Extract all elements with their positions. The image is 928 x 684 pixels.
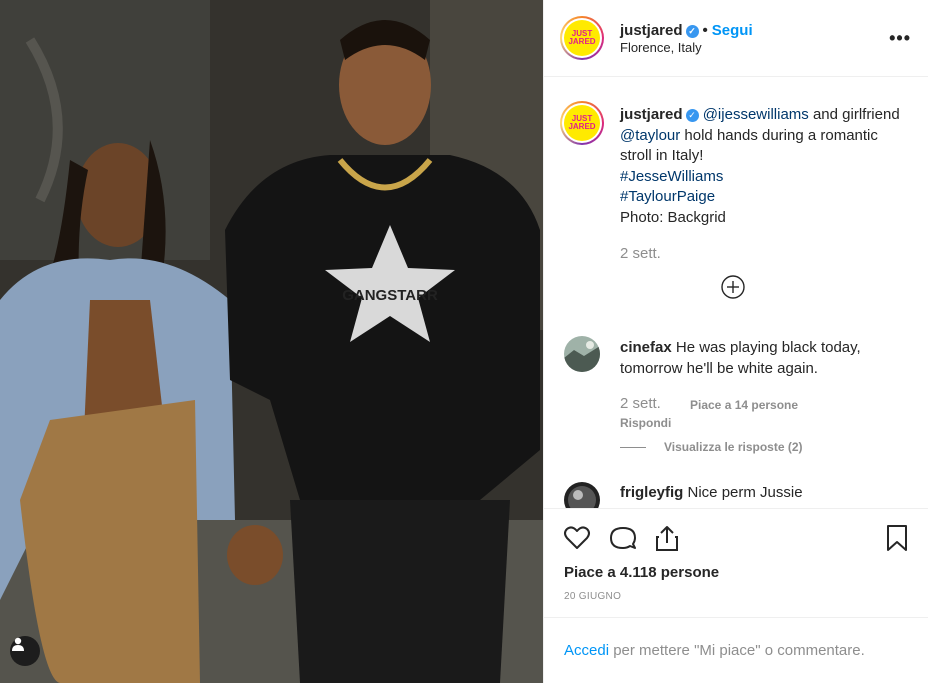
comment-body: Nice perm Jussie bbox=[687, 484, 803, 501]
comment-username[interactable]: cinefax bbox=[620, 339, 672, 356]
mention-link[interactable]: @taylour bbox=[620, 127, 680, 144]
verified-badge-icon: ✓ bbox=[685, 24, 699, 38]
view-replies-label: Visualizza le risposte (2) bbox=[664, 440, 803, 454]
follow-button[interactable]: Segui bbox=[712, 22, 753, 39]
caption-username[interactable]: justjared bbox=[620, 106, 683, 123]
header-user-line: justjared ✓ • Segui bbox=[620, 22, 753, 39]
comment-text: cinefax He was playing black today, tomo… bbox=[620, 338, 910, 379]
comment-likes[interactable]: Piace a 14 persone bbox=[690, 398, 798, 412]
caption-avatar[interactable]: JUST JARED bbox=[560, 101, 604, 145]
username-link[interactable]: justjared bbox=[620, 22, 683, 39]
caption-timestamp[interactable]: 2 sett. bbox=[620, 245, 661, 262]
heart-icon[interactable] bbox=[562, 523, 592, 553]
bookmark-icon[interactable] bbox=[882, 523, 912, 553]
post-sidebar: JUST JARED justjared ✓ • Segui Florence, It… bbox=[543, 0, 928, 683]
caption-text: justjared ✓ @ijessewilliams and girlfrien… bbox=[620, 105, 910, 228]
comment-text: frigleyfig Nice perm Jussie bbox=[620, 483, 910, 504]
login-link[interactable]: Accedi bbox=[564, 642, 609, 659]
user-icon bbox=[12, 637, 24, 651]
caption-text-part: and girlfriend bbox=[808, 106, 900, 123]
justjared-logo: JUST JARED bbox=[564, 20, 600, 56]
post-photo[interactable]: GANGSTARR bbox=[0, 0, 543, 683]
replies-divider bbox=[620, 446, 646, 448]
commenter-avatar[interactable] bbox=[564, 336, 600, 372]
photo-credit: Photo: Backgrid bbox=[620, 208, 726, 226]
separator-dot: • bbox=[702, 22, 708, 39]
hashtag-link[interactable]: #JesseWilliams bbox=[620, 168, 723, 185]
load-more-comments-icon[interactable] bbox=[721, 275, 745, 299]
reply-button[interactable]: Rispondi bbox=[620, 416, 671, 430]
login-suffix: per mettere "Mi piace" o commentare. bbox=[609, 642, 865, 659]
more-options-icon[interactable]: ••• bbox=[889, 28, 911, 49]
login-text: Accedi per mettere "Mi piace" o commenta… bbox=[564, 642, 865, 659]
tagged-users-button[interactable] bbox=[10, 636, 40, 666]
post-header: JUST JARED justjared ✓ • Segui Florence, It… bbox=[544, 0, 928, 77]
commenter-avatar[interactable] bbox=[564, 482, 600, 508]
shirt-print-text: GANGSTARR bbox=[342, 287, 438, 304]
likes-count[interactable]: Piace a 4.118 persone bbox=[564, 564, 719, 581]
comments-list[interactable]: JUST JARED justjared ✓ @ijessewilliams an… bbox=[544, 77, 928, 508]
hashtag-link[interactable]: #TaylourPaige bbox=[620, 188, 715, 205]
view-replies-button[interactable]: Visualizza le risposte (2) bbox=[620, 440, 803, 454]
post-date[interactable]: 20 GIUGNO bbox=[564, 591, 621, 602]
login-prompt: Accedi per mettere "Mi piace" o commenta… bbox=[544, 617, 928, 684]
avatar[interactable]: JUST JARED bbox=[560, 16, 604, 60]
photo-illustration: GANGSTARR bbox=[0, 0, 543, 683]
verified-badge-icon: ✓ bbox=[685, 108, 699, 122]
share-icon[interactable] bbox=[652, 523, 682, 553]
location-link[interactable]: Florence, Italy bbox=[620, 40, 702, 55]
mention-link[interactable]: @ijessewilliams bbox=[703, 106, 809, 123]
comment-icon[interactable] bbox=[608, 523, 638, 553]
justjared-logo: JUST JARED bbox=[564, 105, 600, 141]
comment-username[interactable]: frigleyfig bbox=[620, 484, 683, 501]
post-actions: Piace a 4.118 persone 20 GIUGNO bbox=[544, 508, 928, 619]
comment-timestamp[interactable]: 2 sett. bbox=[620, 395, 661, 412]
